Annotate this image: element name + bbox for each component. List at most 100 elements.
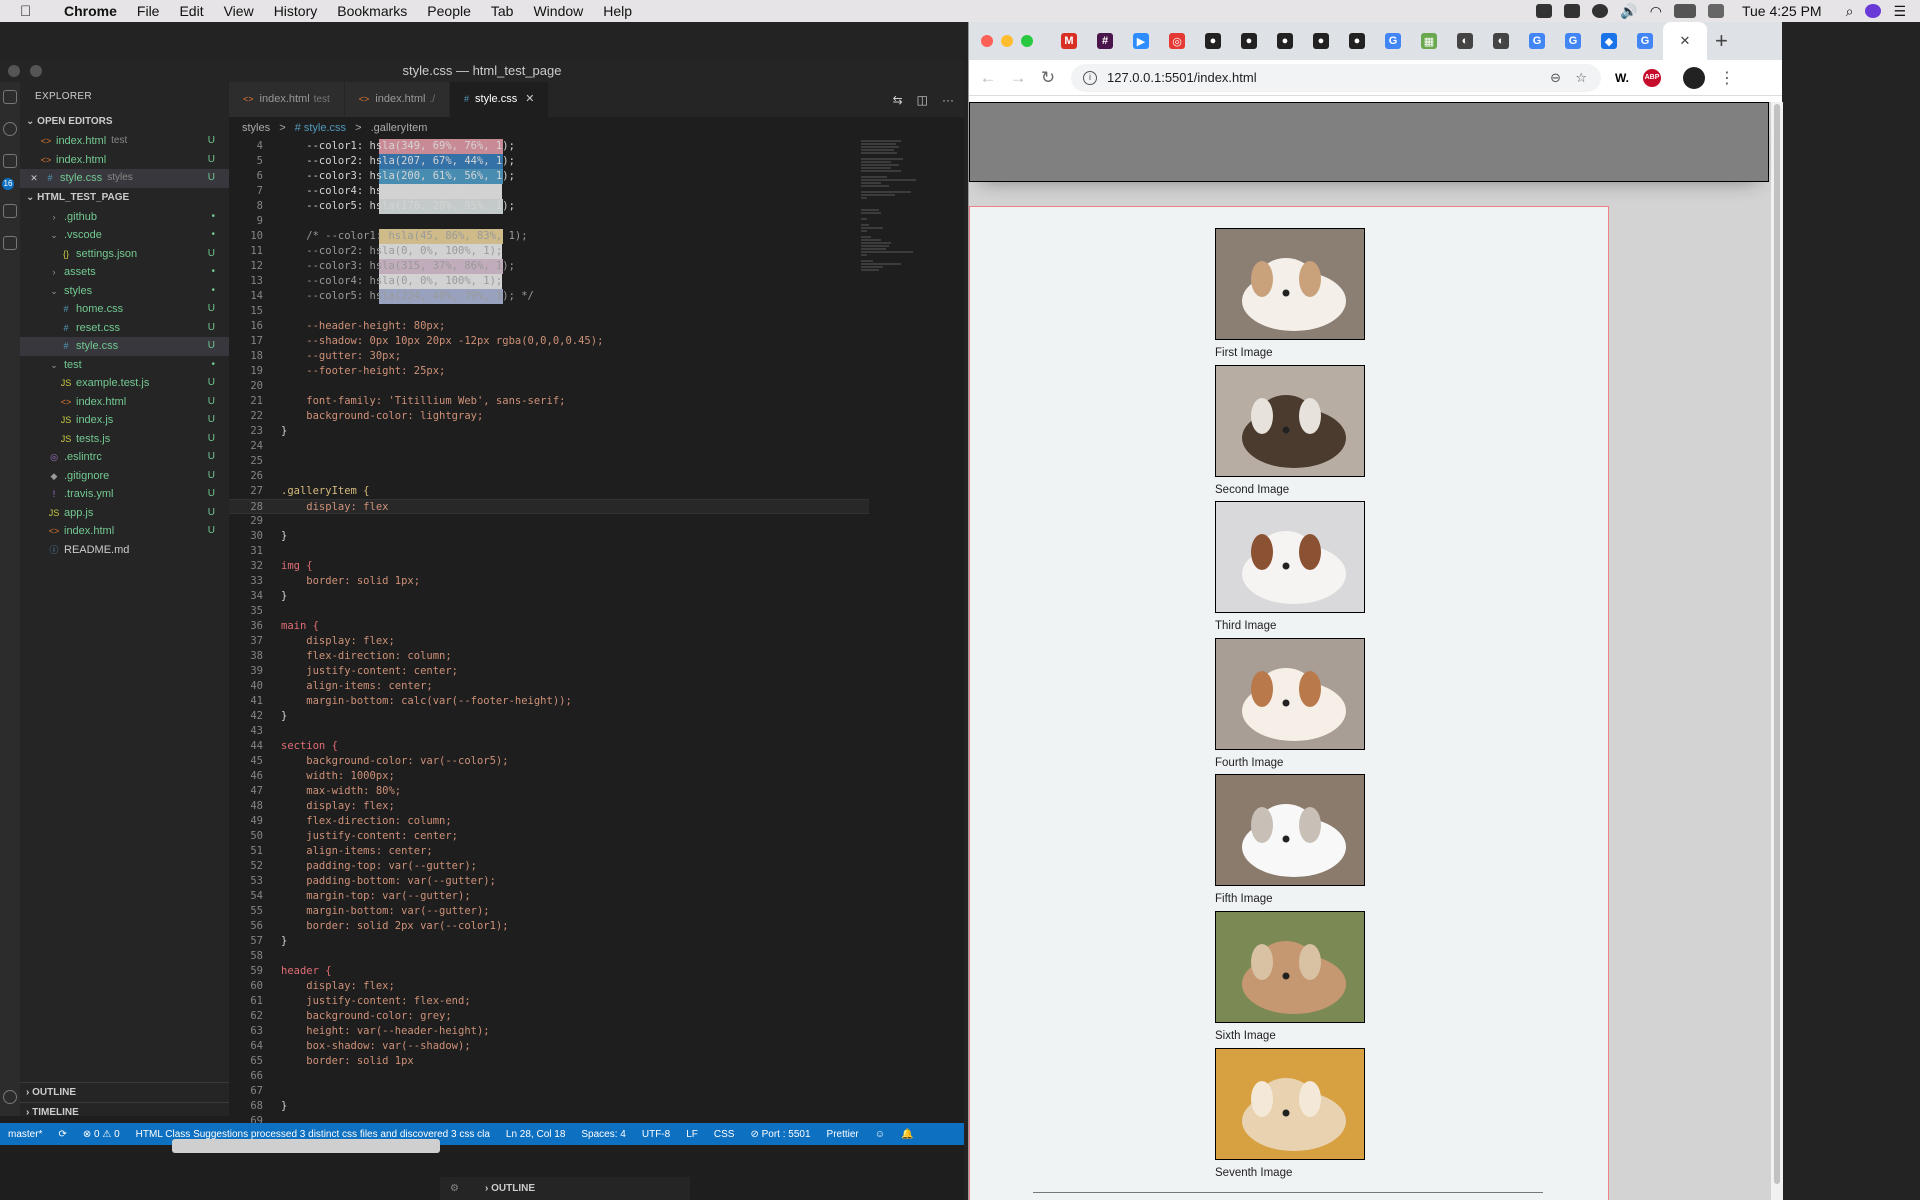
tree-item[interactable]: JS example.test.js U bbox=[20, 374, 229, 393]
tree-item[interactable]: ⌄ test • bbox=[20, 356, 229, 375]
code-line[interactable]: 8 --color5: hsla(176, 20%, 95%, 1); bbox=[229, 199, 869, 214]
sync-icon[interactable]: ⟳ bbox=[58, 1129, 66, 1140]
open-editor-item[interactable]: <> index.html U bbox=[20, 151, 229, 170]
code-line[interactable]: 41 margin-bottom: calc(var(--footer-heig… bbox=[229, 694, 869, 709]
code-line[interactable]: 31 bbox=[229, 544, 869, 559]
tree-item[interactable]: # home.css U bbox=[20, 300, 229, 319]
code-line[interactable]: 47 max-width: 80%; bbox=[229, 784, 869, 799]
page-scrollbar[interactable] bbox=[1771, 102, 1783, 1200]
open-editors-header[interactable]: ⌄ OPEN EDITORS bbox=[20, 112, 229, 132]
feedback-icon[interactable]: ☺ bbox=[875, 1129, 885, 1140]
open-editor-item[interactable]: <> index.html test U bbox=[20, 132, 229, 151]
browser-tab[interactable]: ◆ bbox=[1591, 22, 1627, 60]
line-endings[interactable]: LF bbox=[686, 1129, 698, 1140]
code-line[interactable]: 42} bbox=[229, 709, 869, 724]
code-line[interactable]: 15 bbox=[229, 304, 869, 319]
keyboard-icon[interactable] bbox=[1707, 4, 1724, 18]
open-editor-item-active[interactable]: ✕ # style.css styles U bbox=[20, 169, 229, 188]
browser-tab[interactable]: ◎ bbox=[1159, 22, 1195, 60]
code-line[interactable]: 33 border: solid 1px; bbox=[229, 574, 869, 589]
tree-item[interactable]: ! .travis.yml U bbox=[20, 485, 229, 504]
breadcrumb-file[interactable]: # style.css bbox=[295, 122, 346, 134]
code-line[interactable]: 35 bbox=[229, 604, 869, 619]
code-line[interactable]: 18 --gutter: 30px; bbox=[229, 349, 869, 364]
menu-people[interactable]: People bbox=[417, 3, 481, 19]
forward-arrow-icon[interactable]: → bbox=[1003, 68, 1033, 88]
menu-view[interactable]: View bbox=[214, 3, 264, 19]
code-line[interactable]: 12 --color3: hsla(315, 37%, 86%, 1); bbox=[229, 259, 869, 274]
code-line[interactable]: 34} bbox=[229, 589, 869, 604]
page-scrollbar-thumb[interactable] bbox=[1774, 104, 1780, 1184]
wifi-icon[interactable]: ◠ bbox=[1650, 3, 1662, 20]
code-line[interactable]: 21 font-family: 'Titillium Web', sans-se… bbox=[229, 394, 869, 409]
close-tab-icon[interactable]: ✕ bbox=[1680, 33, 1691, 49]
tree-item[interactable]: JS index.js U bbox=[20, 411, 229, 430]
address-bar[interactable]: i 127.0.0.1:5501/index.html ⊖ ☆ bbox=[1071, 63, 1601, 92]
minimap[interactable] bbox=[861, 139, 956, 439]
browser-tab[interactable]: ● bbox=[1339, 22, 1375, 60]
wikipedia-extension-icon[interactable]: W. bbox=[1615, 71, 1629, 85]
adblock-plus-icon[interactable]: ABP bbox=[1643, 68, 1661, 87]
screenshot-icon[interactable] bbox=[1564, 4, 1581, 18]
live-server-port[interactable]: ⊘ Port : 5501 bbox=[750, 1129, 810, 1140]
code-line[interactable]: 38 flex-direction: column; bbox=[229, 649, 869, 664]
browser-tab[interactable]: ◐ bbox=[1483, 22, 1519, 60]
tree-item[interactable]: # style.css U bbox=[20, 337, 229, 356]
open-changes-icon[interactable]: ⇆ bbox=[893, 93, 903, 107]
volume-icon[interactable]: 🔊 bbox=[1620, 3, 1637, 20]
browser-tab[interactable]: ▦ bbox=[1411, 22, 1447, 60]
apple-menu-icon[interactable]:  bbox=[20, 3, 44, 20]
active-tab[interactable]: ✕ bbox=[1663, 22, 1707, 60]
menu-tab[interactable]: Tab bbox=[481, 3, 524, 19]
tree-item[interactable]: JS app.js U bbox=[20, 504, 229, 523]
code-line[interactable]: 10 /* --color1: hsla(45, 86%, 83%, 1); bbox=[229, 229, 869, 244]
code-line[interactable]: 24 bbox=[229, 439, 869, 454]
code-line[interactable]: 29 bbox=[229, 514, 869, 529]
tab-index-html-test[interactable]: <> index.html test bbox=[229, 82, 345, 117]
code-line[interactable]: 5 --color2: hsla(207, 67%, 44%, 1); bbox=[229, 154, 869, 169]
code-line[interactable]: 51 align-items: center; bbox=[229, 844, 869, 859]
new-tab-button[interactable]: + bbox=[1715, 28, 1728, 54]
code-line[interactable]: 56 border: solid 2px var(--color1); bbox=[229, 919, 869, 934]
creative-cloud-icon[interactable] bbox=[1592, 4, 1609, 18]
code-line[interactable]: 4 --color1: hsla(349, 69%, 76%, 1); bbox=[229, 139, 869, 154]
close-window-icon[interactable] bbox=[8, 65, 20, 77]
reload-icon[interactable]: ↻ bbox=[1033, 68, 1063, 88]
code-line[interactable]: 58 bbox=[229, 949, 869, 964]
gear-icon[interactable]: ⚙ bbox=[450, 1177, 459, 1200]
code-line[interactable]: 52 padding-top: var(--gutter); bbox=[229, 859, 869, 874]
tree-item[interactable]: ◆ .gitignore U bbox=[20, 467, 229, 486]
address-bar-url[interactable]: 127.0.0.1:5501/index.html bbox=[1107, 70, 1257, 85]
code-line[interactable]: 46 width: 1000px; bbox=[229, 769, 869, 784]
browser-tab[interactable]: M bbox=[1051, 22, 1087, 60]
more-actions-icon[interactable]: ··· bbox=[942, 93, 954, 107]
code-line[interactable]: 64 box-shadow: var(--shadow); bbox=[229, 1039, 869, 1054]
code-line[interactable]: 20 bbox=[229, 379, 869, 394]
code-line[interactable]: 61 justify-content: flex-end; bbox=[229, 994, 869, 1009]
battery-icon[interactable] bbox=[1673, 4, 1696, 18]
code-line[interactable]: 49 flex-direction: column; bbox=[229, 814, 869, 829]
outline-section[interactable]: › OUTLINE bbox=[20, 1082, 229, 1102]
code-line[interactable]: 19 --footer-height: 25px; bbox=[229, 364, 869, 379]
code-line[interactable]: 32 img { bbox=[229, 559, 869, 574]
tree-item[interactable]: # reset.css U bbox=[20, 319, 229, 338]
close-tab-icon[interactable]: ✕ bbox=[525, 93, 534, 105]
browser-tab[interactable]: G bbox=[1627, 22, 1663, 60]
tab-style-css[interactable]: # style.css ✕ bbox=[450, 82, 550, 117]
code-line[interactable]: 57} bbox=[229, 934, 869, 949]
menu-bookmarks[interactable]: Bookmarks bbox=[327, 3, 417, 19]
code-line[interactable]: 55 margin-bottom: var(--gutter); bbox=[229, 904, 869, 919]
code-line[interactable]: 28 display: flex bbox=[229, 499, 869, 514]
browser-tab[interactable]: G bbox=[1555, 22, 1591, 60]
notification-center-icon[interactable]: ☰ bbox=[1893, 3, 1906, 20]
code-line[interactable]: 37 display: flex; bbox=[229, 634, 869, 649]
browser-tab[interactable]: ● bbox=[1267, 22, 1303, 60]
code-line[interactable]: 14 --color5: hsla(224, 40%, 79%, 1); */ bbox=[229, 289, 869, 304]
browser-tab[interactable]: ● bbox=[1195, 22, 1231, 60]
code-line[interactable]: 9 bbox=[229, 214, 869, 229]
tree-item[interactable]: › .github • bbox=[20, 208, 229, 227]
search-icon[interactable] bbox=[3, 122, 17, 136]
tree-item[interactable]: ⌄ styles • bbox=[20, 282, 229, 301]
project-header[interactable]: ⌄ HTML_TEST_PAGE bbox=[20, 188, 229, 208]
bookmark-star-icon[interactable]: ☆ bbox=[1575, 70, 1587, 86]
